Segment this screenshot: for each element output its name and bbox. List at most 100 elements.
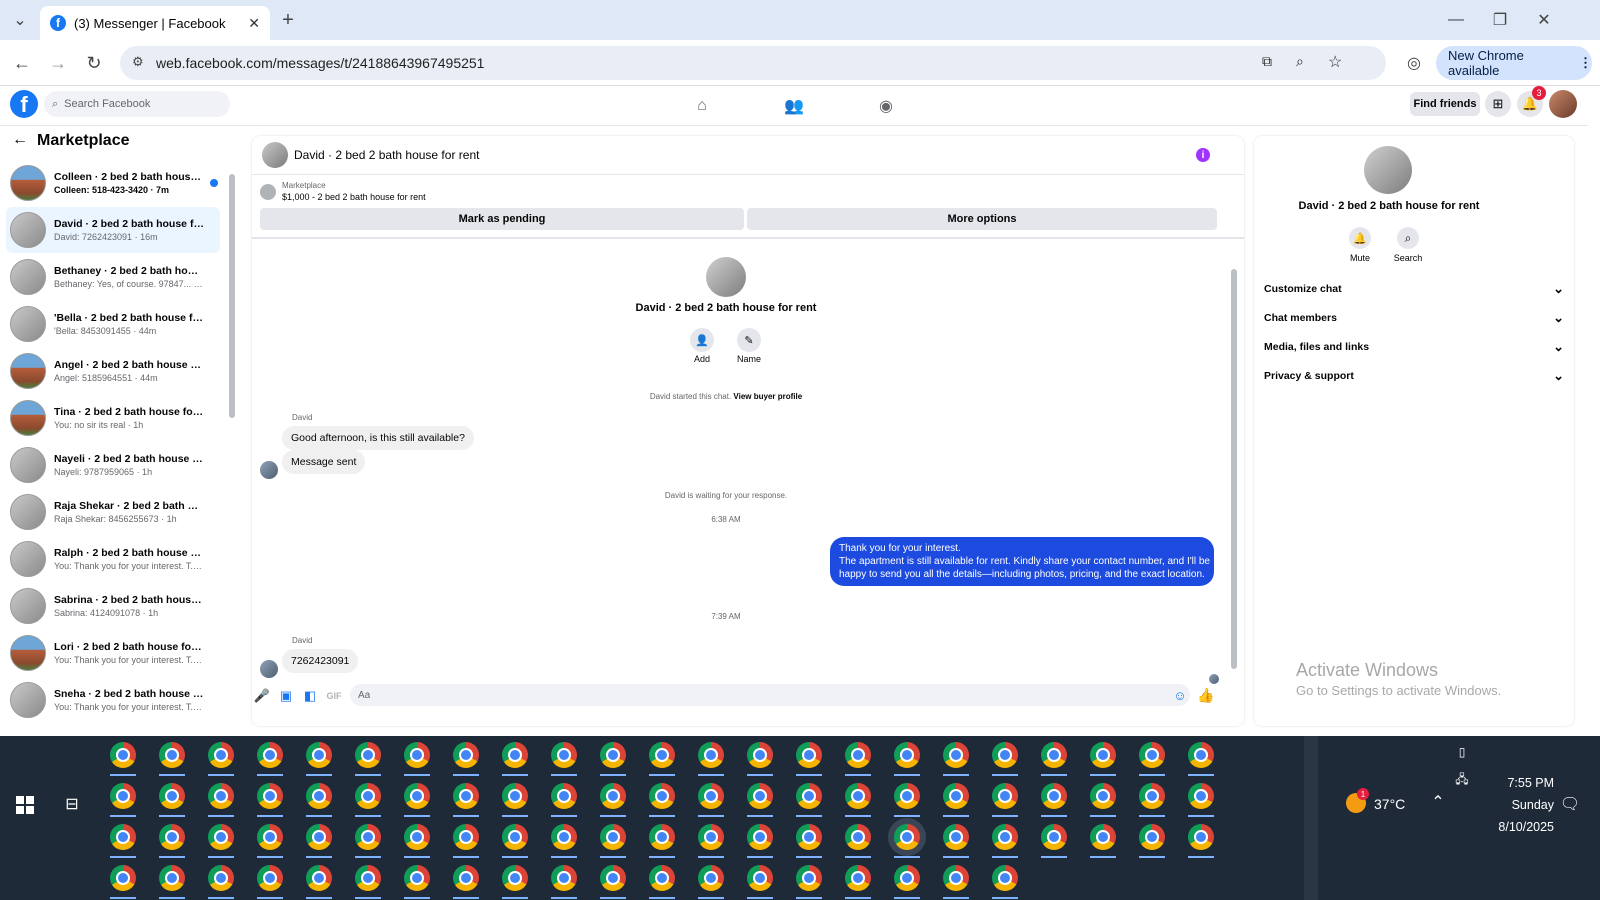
zoom-icon[interactable]: ⌕	[1296, 53, 1304, 70]
show-hidden-icons[interactable]: ⌃	[1428, 792, 1448, 812]
chrome-window-icon[interactable]	[257, 783, 283, 809]
chrome-window-icon[interactable]	[747, 783, 773, 809]
friends-icon[interactable]: 👥	[782, 94, 806, 118]
chrome-window-icon[interactable]	[600, 783, 626, 809]
chrome-window-icon[interactable]	[992, 783, 1018, 809]
add-person-icon[interactable]: 👤	[690, 328, 714, 352]
chrome-window-icon[interactable]	[992, 824, 1018, 850]
listing-title[interactable]: $1,000 - 2 bed 2 bath house for rent	[282, 192, 426, 202]
close-tab-icon[interactable]: ✕	[248, 15, 260, 32]
chrome-window-icon[interactable]	[551, 824, 577, 850]
chrome-window-icon[interactable]	[1139, 824, 1165, 850]
chrome-window-icon[interactable]	[649, 865, 675, 891]
conversation-item[interactable]: Angel · 2 bed 2 bath house for ... Angel:…	[6, 348, 220, 394]
chrome-window-icon[interactable]	[894, 783, 920, 809]
chrome-window-icon[interactable]	[306, 865, 332, 891]
conversation-item[interactable]: Sabrina · 2 bed 2 bath house fo... Sabrin…	[6, 583, 220, 629]
chrome-window-icon[interactable]	[845, 824, 871, 850]
url-field[interactable]: ⚙ web.facebook.com/messages/t/2418864396…	[120, 46, 1386, 80]
chrome-window-icon[interactable]	[208, 742, 234, 768]
chrome-window-icon[interactable]	[257, 865, 283, 891]
incoming-message[interactable]: Message sent	[282, 450, 366, 474]
tab-list-icon[interactable]: ⌄	[8, 8, 32, 32]
browser-tab[interactable]: f (3) Messenger | Facebook ✕	[40, 6, 270, 40]
back-icon[interactable]: ←	[10, 51, 34, 75]
incoming-message[interactable]: 7262423091	[282, 649, 359, 673]
chrome-window-icon[interactable]	[306, 742, 332, 768]
chrome-window-icon[interactable]	[355, 824, 381, 850]
chrome-window-icon[interactable]	[551, 865, 577, 891]
chrome-window-icon[interactable]	[110, 824, 136, 850]
sticker-icon[interactable]: ◧	[302, 688, 318, 704]
chrome-window-icon[interactable]	[208, 783, 234, 809]
chrome-window-icon[interactable]	[796, 824, 822, 850]
chrome-window-icon[interactable]	[355, 742, 381, 768]
chrome-window-icon[interactable]	[355, 783, 381, 809]
start-windows-icon[interactable]	[16, 796, 34, 814]
chrome-window-icon[interactable]	[796, 742, 822, 768]
temperature[interactable]: 37°C	[1374, 796, 1405, 812]
info-section[interactable]: Chat members ⌄	[1264, 307, 1564, 329]
chrome-window-icon[interactable]	[502, 742, 528, 768]
chrome-window-icon[interactable]	[404, 865, 430, 891]
chrome-window-icon[interactable]	[453, 783, 479, 809]
info-section[interactable]: Privacy & support ⌄	[1264, 365, 1564, 387]
chrome-window-icon[interactable]	[894, 824, 920, 850]
chrome-window-icon[interactable]	[698, 824, 724, 850]
chrome-window-icon[interactable]	[600, 824, 626, 850]
conversation-item[interactable]: Raja Shekar · 2 bed 2 bath hou... Raja Sh…	[6, 489, 220, 535]
chrome-window-icon[interactable]	[649, 783, 675, 809]
chat-scrollbar[interactable]	[1231, 269, 1237, 669]
chrome-window-icon[interactable]	[943, 824, 969, 850]
chrome-window-icon[interactable]	[453, 742, 479, 768]
chrome-window-icon[interactable]	[845, 742, 871, 768]
chrome-window-icon[interactable]	[796, 865, 822, 891]
chrome-window-icon[interactable]	[257, 824, 283, 850]
home-icon[interactable]: ⌂	[690, 94, 714, 118]
info-section[interactable]: Customize chat ⌄	[1264, 278, 1564, 300]
listing-thumbnail[interactable]	[260, 184, 276, 200]
new-chrome-button[interactable]: New Chrome available ⋮	[1436, 46, 1592, 80]
chrome-window-icon[interactable]	[943, 865, 969, 891]
account-avatar[interactable]	[1549, 90, 1577, 118]
close-window-icon[interactable]: ✕	[1532, 8, 1556, 32]
find-friends-button[interactable]: Find friends	[1410, 92, 1480, 116]
chrome-window-icon[interactable]	[1139, 783, 1165, 809]
message-input[interactable]: Aa	[350, 684, 1190, 706]
photo-icon[interactable]: ▣	[278, 688, 294, 704]
chrome-window-icon[interactable]	[992, 865, 1018, 891]
chrome-window-icon[interactable]	[404, 742, 430, 768]
chrome-window-icon[interactable]	[159, 783, 185, 809]
chrome-window-icon[interactable]	[551, 783, 577, 809]
list-scrollbar[interactable]	[229, 174, 235, 418]
notifications-icon[interactable]: 🗨	[1558, 792, 1582, 816]
info-avatar[interactable]	[1364, 146, 1412, 194]
more-options-button[interactable]: More options	[747, 208, 1217, 230]
chrome-window-icon[interactable]	[1041, 742, 1067, 768]
chrome-window-icon[interactable]	[1090, 742, 1116, 768]
conversation-item[interactable]: Bethaney · 2 bed 2 bath house ... Bethane…	[6, 254, 220, 300]
conversation-item[interactable]: Tina · 2 bed 2 bath house for... You: no …	[6, 395, 220, 441]
chrome-window-icon[interactable]	[747, 742, 773, 768]
facebook-search-input[interactable]: ⌕ Search Facebook	[44, 91, 230, 117]
reload-icon[interactable]: ↻	[82, 51, 106, 75]
menu-grid-icon[interactable]: ⊞	[1485, 91, 1511, 117]
chrome-window-icon[interactable]	[159, 824, 185, 850]
chrome-window-icon[interactable]	[943, 783, 969, 809]
back-arrow-icon[interactable]: ←	[12, 131, 28, 149]
chrome-window-icon[interactable]	[698, 742, 724, 768]
chrome-window-icon[interactable]	[1041, 783, 1067, 809]
taskbar-scrollbar[interactable]	[1304, 736, 1318, 900]
chrome-window-icon[interactable]	[159, 742, 185, 768]
chrome-window-icon[interactable]	[453, 865, 479, 891]
chrome-window-icon[interactable]	[110, 865, 136, 891]
chrome-window-icon[interactable]	[404, 824, 430, 850]
chrome-window-icon[interactable]	[894, 742, 920, 768]
new-tab-icon[interactable]: +	[276, 8, 300, 32]
chrome-window-icon[interactable]	[698, 783, 724, 809]
forward-icon[interactable]: →	[46, 51, 70, 75]
chrome-window-icon[interactable]	[110, 783, 136, 809]
menu-dots-icon[interactable]: ⋮	[1579, 55, 1592, 71]
chrome-window-icon[interactable]	[600, 742, 626, 768]
conversation-item[interactable]: David · 2 bed 2 bath house for ... David:…	[6, 207, 220, 253]
